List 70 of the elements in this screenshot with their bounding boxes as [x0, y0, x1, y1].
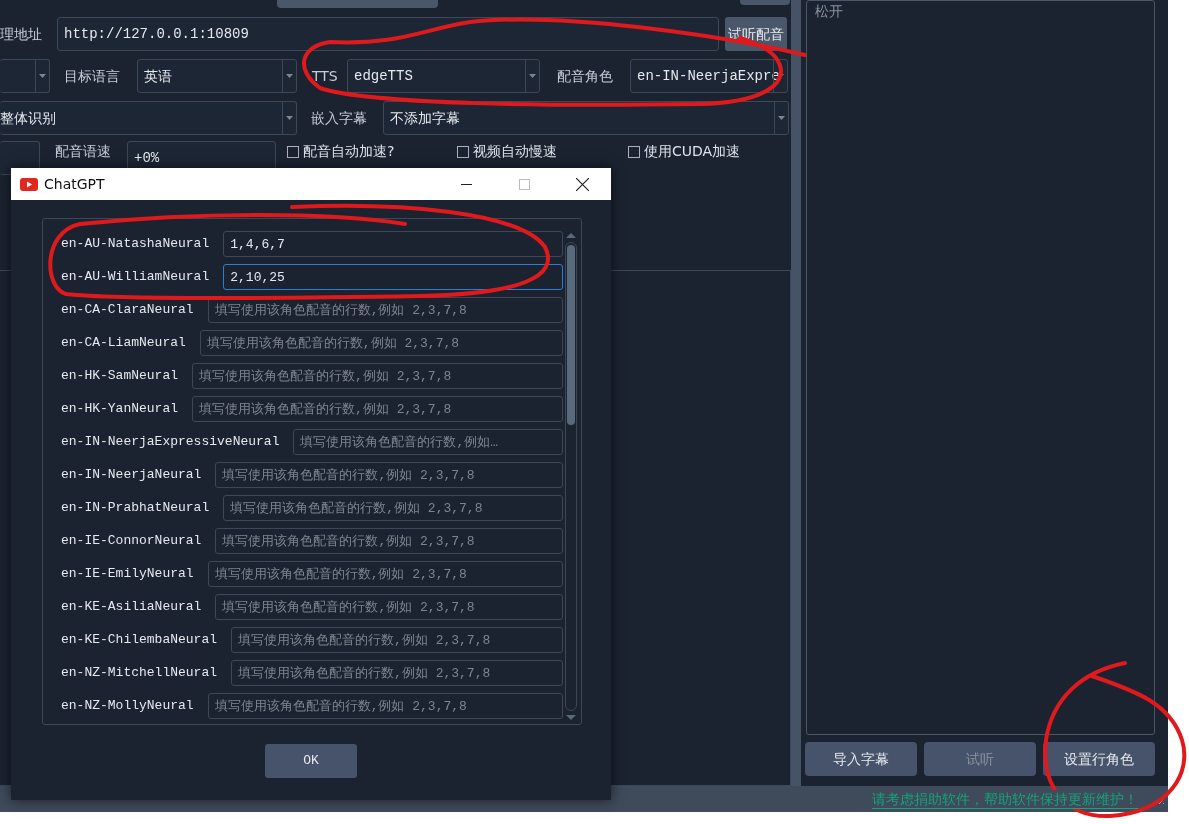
- checkbox-label: 使用CUDA加速: [644, 142, 741, 161]
- caret-icon: [286, 116, 293, 120]
- caret-icon: [777, 74, 784, 78]
- voice-name: en-IN-NeerjaExpressiveNeural: [61, 433, 280, 452]
- input-field[interactable]: 填写使用该角色配音的行数,例如 2,3,7,8: [215, 594, 563, 620]
- dropdown[interactable]: en-IN-NeerjaExpre: [630, 59, 788, 93]
- text-area-text: 松开: [815, 4, 843, 18]
- voice-name: en-CA-ClaraNeural: [61, 301, 194, 320]
- input-field[interactable]: 填写使用该角色配音的行数,例如 2,3,7,8: [207, 693, 563, 719]
- video-icon: [20, 178, 38, 191]
- input-field[interactable]: 2,10,25: [223, 264, 563, 290]
- close-icon: [575, 177, 589, 191]
- voice-name: en-KE-AsiliaNeural: [61, 598, 202, 617]
- dropdown[interactable]: [0, 59, 50, 93]
- caret-icon: [39, 74, 46, 78]
- input-field[interactable]: 填写使用该角色配音的行数,例如 2,3,7,8: [231, 627, 563, 653]
- field-label: 理地址: [0, 24, 43, 44]
- input-field[interactable]: 填写使用该角色配音的行数,例如 2,3,7,8: [215, 528, 563, 554]
- field-label: TTS: [312, 66, 339, 86]
- field-label: 目标语言: [64, 66, 121, 86]
- voice-name: en-NZ-MollyNeural: [61, 697, 194, 716]
- dropdown[interactable]: 英语: [137, 59, 297, 93]
- caret-icon: [529, 74, 536, 78]
- input-field[interactable]: http://127.0.0.1:10809: [57, 17, 719, 51]
- input-field[interactable]: 填写使用该角色配音的行数,例如…: [293, 429, 563, 455]
- checkbox[interactable]: [628, 145, 640, 158]
- button[interactable]: 导入字幕: [805, 742, 917, 776]
- field-label: 配音语速: [55, 142, 112, 161]
- scroll-down-icon[interactable]: [566, 715, 576, 720]
- splitter-handle[interactable]: [791, 0, 801, 786]
- dropdown[interactable]: 整体识别: [0, 101, 297, 135]
- input-field[interactable]: 填写使用该角色配音的行数,例如 2,3,7,8: [215, 462, 563, 488]
- input-field[interactable]: 填写使用该角色配音的行数,例如 2,3,7,8: [231, 660, 563, 686]
- button[interactable]: 设置行角色: [1043, 742, 1155, 776]
- voice-name: en-AU-WilliamNeural: [61, 268, 210, 287]
- dropdown[interactable]: edgeTTS: [347, 59, 540, 93]
- input-field[interactable]: 填写使用该角色配音的行数,例如 2,3,7,8: [192, 363, 563, 389]
- input-field[interactable]: 填写使用该角色配音的行数,例如 2,3,7,8: [199, 330, 563, 356]
- dropdown[interactable]: 不添加字幕: [383, 101, 789, 135]
- voice-name: en-IN-NeerjaNeural: [61, 466, 202, 485]
- voice-name: en-KE-ChilembaNeural: [61, 631, 218, 650]
- voice-name: en-AU-NatashaNeural: [61, 235, 210, 254]
- voice-name: en-IE-EmilyNeural: [61, 565, 194, 584]
- voice-name: en-NZ-MitchellNeural: [61, 664, 218, 683]
- voice-name: en-IN-PrabhatNeural: [61, 499, 210, 518]
- input-field[interactable]: 1,4,6,7: [223, 231, 563, 257]
- caret-icon: [286, 74, 293, 78]
- checkbox[interactable]: [287, 145, 299, 158]
- button[interactable]: [740, 0, 790, 5]
- ok-button[interactable]: OK: [265, 744, 357, 778]
- input-field[interactable]: 填写使用该角色配音的行数,例如 2,3,7,8: [223, 495, 563, 521]
- field-label: 嵌入字幕: [311, 108, 368, 128]
- input-field[interactable]: 填写使用该角色配音的行数,例如 2,3,7,8: [192, 396, 563, 422]
- window-title: ChatGPT: [44, 174, 106, 194]
- voice-name: en-IE-ConnorNeural: [61, 532, 202, 551]
- checkbox[interactable]: [457, 145, 469, 158]
- maximize-icon: [518, 178, 530, 190]
- checkbox-label: 视频自动慢速: [473, 142, 557, 161]
- caret-icon: [778, 116, 785, 120]
- input-field[interactable]: 填写使用该角色配音的行数,例如 2,3,7,8: [207, 561, 563, 587]
- voice-name: en-CA-LiamNeural: [61, 334, 186, 353]
- input-field[interactable]: 填写使用该角色配音的行数,例如 2,3,7,8: [207, 297, 563, 323]
- voice-name: en-HK-YanNeural: [61, 400, 179, 419]
- checkbox-label: 配音自动加速?: [303, 142, 395, 161]
- minimize-icon: [460, 183, 472, 185]
- voice-name: en-HK-SamNeural: [61, 367, 179, 386]
- scrollbar-thumb[interactable]: [567, 245, 575, 425]
- field-label: 配音角色: [557, 66, 614, 86]
- text-area[interactable]: 松开: [806, 0, 1155, 735]
- scroll-up-icon[interactable]: [566, 233, 576, 238]
